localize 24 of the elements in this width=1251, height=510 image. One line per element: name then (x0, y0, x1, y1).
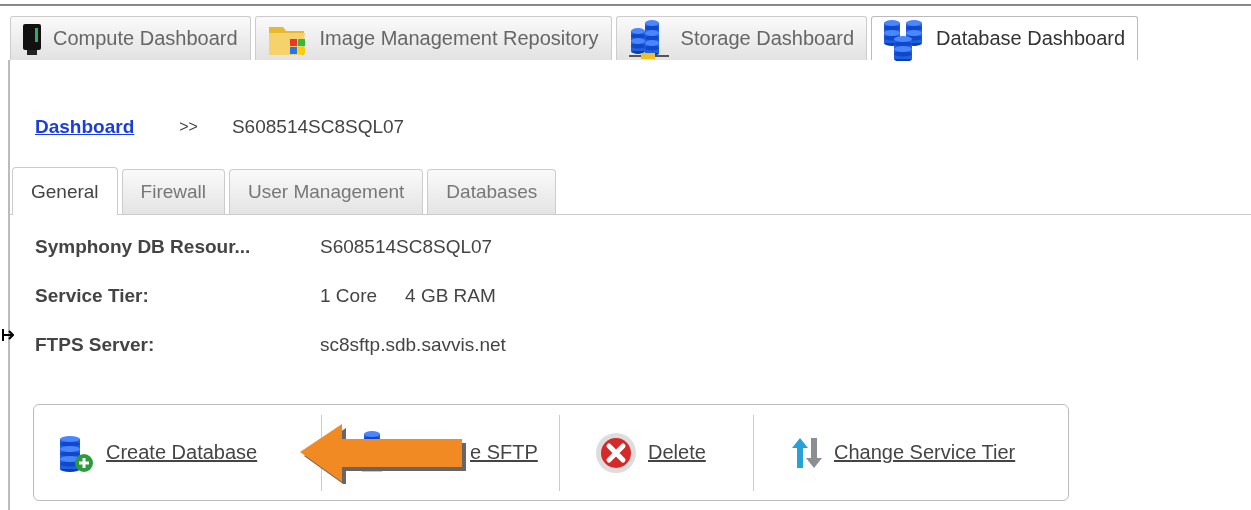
tab[interactable]: General (12, 167, 118, 215)
cursor-icon (2, 328, 14, 342)
dashboard-tab[interactable]: Storage Dashboard (615, 16, 868, 60)
dashboard-tab[interactable]: Database Dashboard (871, 16, 1139, 60)
field-label: Symphony DB Resour... (35, 236, 252, 258)
dashboard-tab[interactable]: Image Management Repository (254, 16, 612, 60)
action-link[interactable]: Change Service Tier (754, 405, 1038, 500)
tab[interactable]: Firewall (121, 169, 226, 214)
field-value: sc8sftp.sdb.savvis.net (320, 334, 506, 356)
dashboard-tab[interactable]: Compute Dashboard (10, 16, 251, 60)
computer-tower-icon (21, 21, 43, 56)
field-value: 1 Core (320, 285, 378, 307)
field-label: FTPS Server: (35, 334, 156, 356)
field-value: 4 GB RAM (405, 285, 496, 307)
tab[interactable]: Databases (427, 169, 557, 214)
action-link[interactable]: Delete (560, 405, 753, 500)
field-label: Service Tier: (35, 285, 150, 307)
field-value: S608514SC8SQL07 (320, 236, 493, 258)
delete-icon (594, 430, 638, 475)
breadcrumb-separator: >> (179, 118, 198, 136)
breadcrumb-link[interactable]: Dashboard (35, 116, 135, 138)
tab[interactable]: User Management (229, 169, 424, 214)
breadcrumb-current: S608514SC8SQL07 (231, 116, 405, 138)
action-link[interactable]: e SFTP (470, 441, 538, 464)
